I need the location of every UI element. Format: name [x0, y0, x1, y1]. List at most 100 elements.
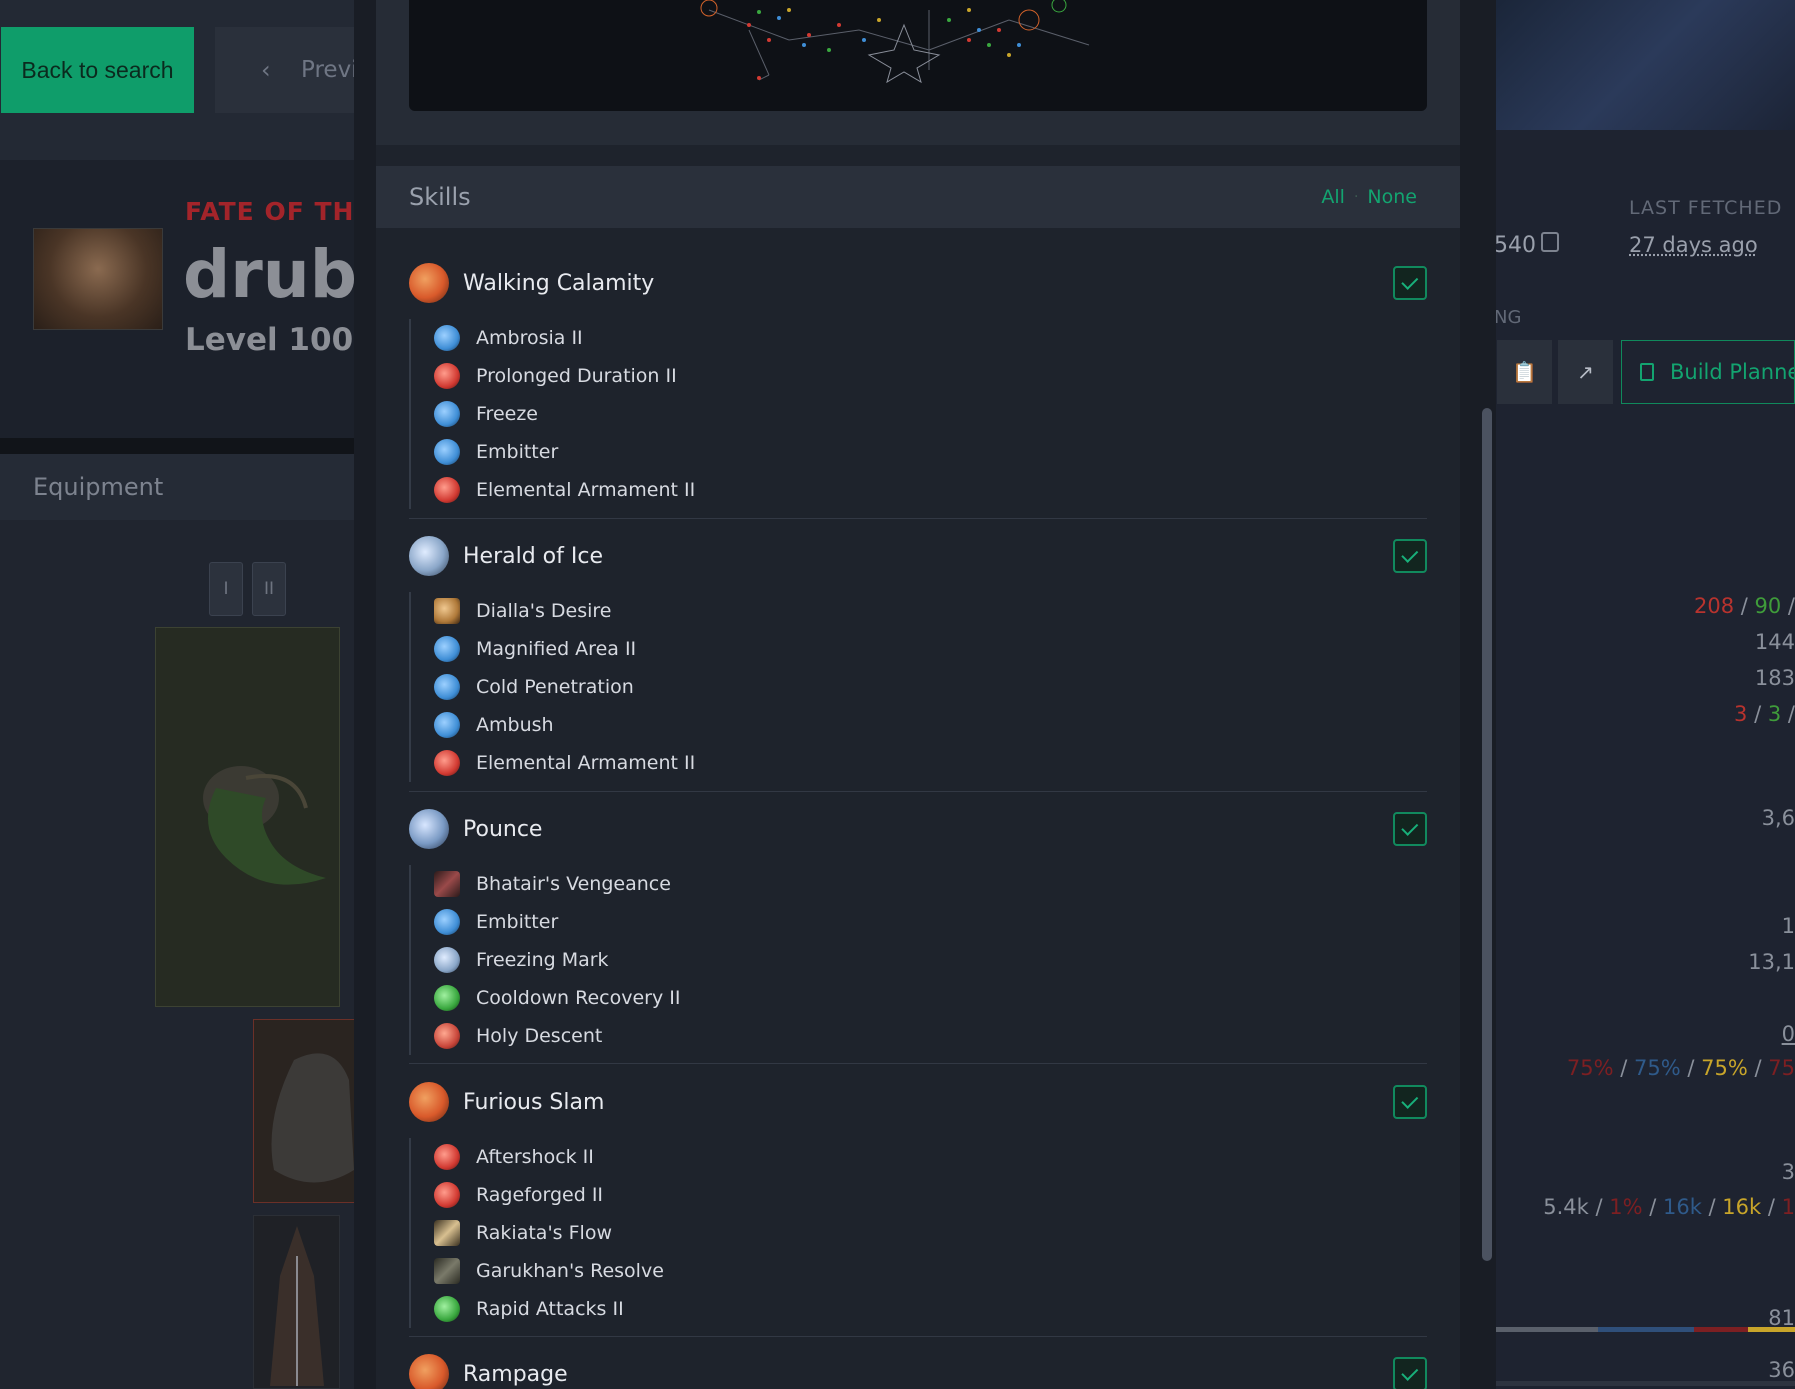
ice-gem-icon [409, 536, 449, 576]
clipboard-button[interactable]: 📋 [1497, 340, 1552, 404]
support-gem-icon [434, 636, 460, 662]
support-gem-icon [434, 947, 460, 973]
support-gem: Cold Penetration [411, 668, 695, 706]
previous-button[interactable]: ‹ Previ [215, 27, 355, 113]
progress-bar [1494, 1381, 1795, 1386]
support-gem-name: Elemental Armament II [476, 752, 695, 774]
back-to-search-button[interactable]: Back to search [1, 27, 194, 113]
support-gem: Holy Descent [411, 1017, 680, 1055]
support-gem: Aftershock II [411, 1138, 664, 1176]
character-avatar [33, 228, 163, 330]
previous-label: Previ [301, 57, 355, 83]
fire-gem-icon [409, 1354, 449, 1389]
gloves-icon [254, 1020, 361, 1204]
support-gem-name: Cold Penetration [476, 676, 634, 698]
skill-group: Pounce Bhatair's Vengeance Embitter Free… [409, 807, 1427, 1047]
support-gem-icon [434, 871, 460, 897]
support-gem: Cooldown Recovery II [411, 979, 680, 1017]
pounce-gem-icon [409, 809, 449, 849]
group-divider [409, 1336, 1427, 1337]
support-gem-icon [434, 909, 460, 935]
support-gem: Embitter [411, 433, 695, 471]
copy-icon[interactable] [1541, 232, 1559, 252]
stat-row: 3,6 [1762, 806, 1795, 830]
support-gem-name: Rakiata's Flow [476, 1222, 612, 1244]
fire-gem-icon [409, 263, 449, 303]
support-gem-icon [434, 1182, 460, 1208]
skill-checkbox[interactable] [1393, 1357, 1427, 1389]
support-gem-name: Cooldown Recovery II [476, 987, 680, 1009]
skill-checkbox[interactable] [1393, 539, 1427, 573]
build-planner-button[interactable]: Build Planner [1621, 340, 1795, 404]
hero-image [1490, 0, 1795, 130]
weapon-set-1-button[interactable]: I [209, 562, 243, 616]
select-actions: All · None [1321, 166, 1417, 228]
support-gem-name: Embitter [476, 441, 558, 463]
support-gem-name: Aftershock II [476, 1146, 594, 1168]
separator-dot: · [1354, 189, 1358, 205]
equipment-slot-helmet[interactable] [253, 1215, 340, 1389]
skill-checkbox[interactable] [1393, 1085, 1427, 1119]
character-id: 540 [1494, 233, 1536, 258]
support-gem: Magnified Area II [411, 630, 695, 668]
support-gem: Ambush [411, 706, 695, 744]
stat-row: 3 [1782, 1160, 1795, 1184]
clipboard-icon: 📋 [1512, 360, 1537, 384]
skill-checkbox[interactable] [1393, 812, 1427, 846]
external-link-button[interactable]: ↗ [1558, 340, 1613, 404]
skill-group: Rampage [409, 1352, 1427, 1389]
stat-charges: 3 / 3 / [1734, 702, 1795, 726]
skill-main-row: Rampage [409, 1352, 568, 1389]
support-gem-icon [434, 598, 460, 624]
skills-title: Skills [409, 183, 471, 211]
support-gem: Rageforged II [411, 1176, 664, 1214]
equipment-slot-weapon[interactable] [155, 627, 340, 1007]
support-gem: Elemental Armament II [411, 471, 695, 509]
support-gem-icon [434, 750, 460, 776]
passive-tree-canvas[interactable] [409, 0, 1427, 111]
stat-row: 36 [1768, 1358, 1795, 1382]
support-gem-name: Rapid Attacks II [476, 1298, 624, 1320]
modal-scrollbar[interactable] [1482, 408, 1492, 1261]
skill-group: Walking Calamity Ambrosia II Prolonged D… [409, 261, 1427, 501]
weapon-set-2-button[interactable]: II [252, 562, 286, 616]
section-label-partial: NG [1494, 307, 1521, 328]
support-gem-name: Magnified Area II [476, 638, 636, 660]
stat-row: 0 [1782, 1022, 1795, 1046]
helmet-icon [254, 1216, 341, 1389]
support-gem-icon [434, 712, 460, 738]
support-gem: Rakiata's Flow [411, 1214, 664, 1252]
stat-row: 1 [1782, 914, 1795, 938]
support-gem: Ambrosia II [411, 319, 695, 357]
support-gem-name: Freezing Mark [476, 949, 609, 971]
group-divider [409, 518, 1427, 519]
support-gem-name: Rageforged II [476, 1184, 603, 1206]
support-gem-icon [434, 1144, 460, 1170]
resistance-bar [1494, 1327, 1795, 1332]
equipment-slot-gloves[interactable] [253, 1019, 360, 1203]
support-gem-icon [434, 477, 460, 503]
support-gem-icon [434, 1258, 460, 1284]
support-gem-name: Freeze [476, 403, 538, 425]
select-all-link[interactable]: All [1321, 186, 1345, 208]
support-gem-name: Holy Descent [476, 1025, 602, 1047]
skill-group: Furious Slam Aftershock II Rageforged II… [409, 1080, 1427, 1320]
check-icon [1401, 818, 1418, 835]
support-gem-icon [434, 1296, 460, 1322]
skills-header: Skills All · None [376, 166, 1460, 228]
support-gem: Dialla's Desire [411, 592, 695, 630]
support-gem: Freezing Mark [411, 941, 680, 979]
skill-main-row: Furious Slam [409, 1080, 604, 1124]
support-gem: Embitter [411, 903, 680, 941]
support-gem-name: Garukhan's Resolve [476, 1260, 664, 1282]
section-divider [0, 438, 360, 454]
group-divider [409, 1063, 1427, 1064]
support-gem-name: Dialla's Desire [476, 600, 612, 622]
check-icon [1401, 545, 1418, 562]
stat-row: 144 [1755, 630, 1795, 654]
skill-name: Herald of Ice [463, 544, 603, 569]
select-none-link[interactable]: None [1367, 186, 1417, 208]
support-gem-list: Aftershock II Rageforged II Rakiata's Fl… [409, 1138, 664, 1328]
support-gem-icon [434, 674, 460, 700]
skill-checkbox[interactable] [1393, 266, 1427, 300]
